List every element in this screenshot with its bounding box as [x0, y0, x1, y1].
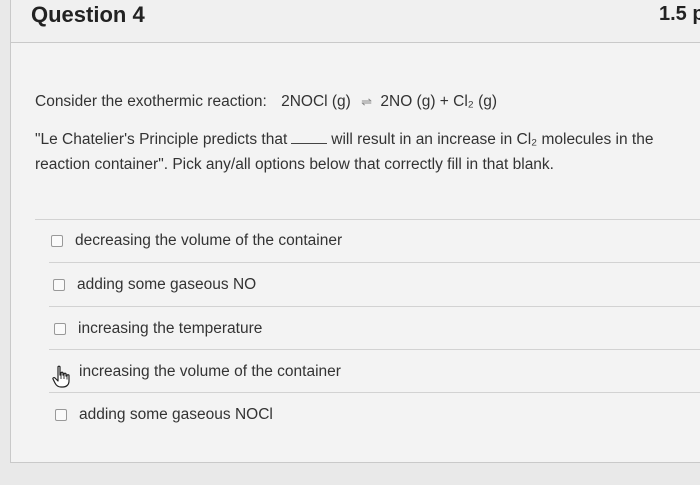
- options-divider: [49, 392, 700, 393]
- question-bottom-border: [10, 462, 700, 463]
- answer-blank: [291, 143, 328, 144]
- options-divider: [49, 349, 700, 350]
- option-checkbox[interactable]: [51, 235, 63, 247]
- option-label: adding some gaseous NO: [77, 276, 257, 293]
- option-checkbox[interactable]: [55, 409, 67, 421]
- option-label: adding some gaseous NOCl: [79, 406, 273, 423]
- question-header: Question 4 1.5 pts: [10, 0, 700, 43]
- option-label: increasing the temperature: [78, 320, 263, 337]
- option-increase-temperature[interactable]: increasing the temperature: [54, 318, 262, 340]
- question-title: Question 4: [31, 2, 145, 27]
- option-add-nocl[interactable]: adding some gaseous NOCl: [55, 404, 273, 426]
- stem-intro: Consider the exothermic reaction:: [35, 93, 267, 110]
- stem-line2-a: "Le Chatelier's Principle predicts that: [35, 131, 288, 148]
- stem-line2-b: will result in an increase in Cl₂ molecu…: [331, 131, 654, 148]
- options-divider: [35, 219, 700, 220]
- option-label: increasing the volume of the container: [79, 363, 341, 380]
- stem-reactant: 2NOCl (g): [281, 93, 351, 110]
- equilibrium-arrow-icon: ⇌: [361, 94, 372, 109]
- question-body: Consider the exothermic reaction: 2NOCl …: [10, 43, 700, 463]
- options-divider: [49, 262, 700, 263]
- stem-products: 2NO (g) + Cl₂ (g): [380, 93, 498, 110]
- hand-pointer-icon: [52, 365, 70, 388]
- options-divider: [49, 306, 700, 307]
- question-stem-line-2: "Le Chatelier's Principle predicts that w…: [35, 131, 653, 149]
- question-points: 1.5 pts: [659, 3, 700, 25]
- question-stem-line-1: Consider the exothermic reaction: 2NOCl …: [35, 93, 497, 111]
- option-label: decreasing the volume of the container: [75, 232, 343, 249]
- option-checkbox[interactable]: [54, 323, 66, 335]
- option-increase-volume[interactable]: increasing the volume of the container: [55, 361, 341, 383]
- option-add-no[interactable]: adding some gaseous NO: [53, 274, 256, 296]
- option-decrease-volume[interactable]: decreasing the volume of the container: [51, 230, 342, 252]
- question-stem-line-3: reaction container". Pick any/all option…: [35, 156, 554, 173]
- option-checkbox[interactable]: [53, 279, 65, 291]
